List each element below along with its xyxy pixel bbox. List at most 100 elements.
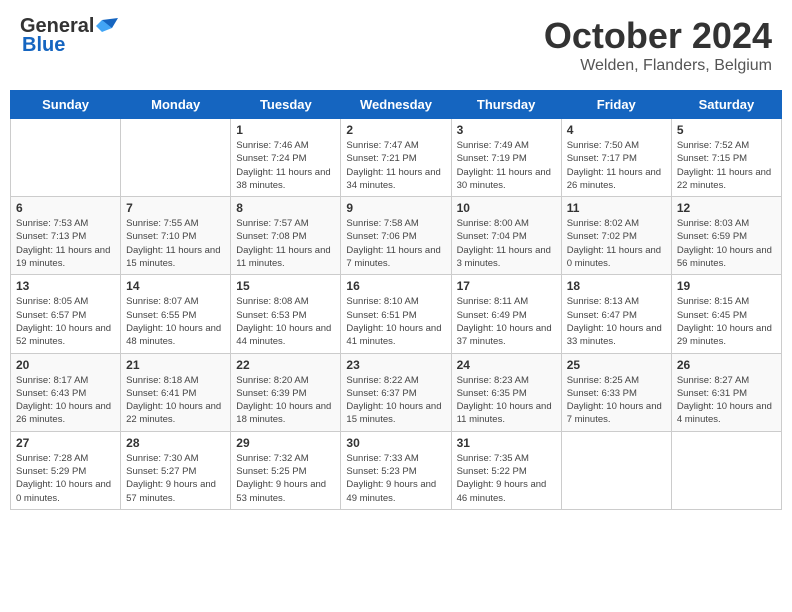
calendar-cell: 22Sunrise: 8:20 AM Sunset: 6:39 PM Dayli… — [231, 353, 341, 431]
day-number: 12 — [677, 201, 776, 215]
day-info: Sunrise: 8:07 AM Sunset: 6:55 PM Dayligh… — [126, 295, 225, 348]
day-number: 19 — [677, 279, 776, 293]
day-info: Sunrise: 7:49 AM Sunset: 7:19 PM Dayligh… — [457, 139, 556, 192]
day-info: Sunrise: 8:11 AM Sunset: 6:49 PM Dayligh… — [457, 295, 556, 348]
day-info: Sunrise: 8:02 AM Sunset: 7:02 PM Dayligh… — [567, 217, 666, 270]
page-header: General Blue October 2024 Welden, Flande… — [10, 10, 782, 80]
day-info: Sunrise: 7:57 AM Sunset: 7:08 PM Dayligh… — [236, 217, 335, 270]
day-info: Sunrise: 7:58 AM Sunset: 7:06 PM Dayligh… — [346, 217, 445, 270]
day-number: 18 — [567, 279, 666, 293]
calendar-cell — [671, 431, 781, 509]
logo-bird-icon — [96, 18, 118, 36]
calendar-cell: 5Sunrise: 7:52 AM Sunset: 7:15 PM Daylig… — [671, 119, 781, 197]
day-info: Sunrise: 7:30 AM Sunset: 5:27 PM Dayligh… — [126, 452, 225, 505]
calendar-body: 1Sunrise: 7:46 AM Sunset: 7:24 PM Daylig… — [11, 119, 782, 510]
calendar-cell: 2Sunrise: 7:47 AM Sunset: 7:21 PM Daylig… — [341, 119, 451, 197]
calendar-cell: 25 Sunrise: 8:25 AM Sunset: 6:33 PM Dayli… — [561, 353, 671, 431]
day-number: 7 — [126, 201, 225, 215]
week-row-4: 20 Sunrise: 8:17 AM Sunset: 6:43 PM Dayli… — [11, 353, 782, 431]
calendar-cell: 28 Sunrise: 7:30 AM Sunset: 5:27 PM Dayli… — [121, 431, 231, 509]
day-number: 6 — [16, 201, 115, 215]
weekday-header-saturday: Saturday — [671, 91, 781, 119]
calendar-cell: 9 Sunrise: 7:58 AM Sunset: 7:06 PM Daylig… — [341, 197, 451, 275]
day-number: 2 — [346, 123, 445, 137]
calendar-cell: 26 Sunrise: 8:27 AM Sunset: 6:31 PM Dayli… — [671, 353, 781, 431]
day-number: 22 — [236, 358, 335, 372]
day-number: 21 — [126, 358, 225, 372]
day-number: 27 — [16, 436, 115, 450]
calendar-cell: 31 Sunrise: 7:35 AM Sunset: 5:22 PM Dayli… — [451, 431, 561, 509]
weekday-header-monday: Monday — [121, 91, 231, 119]
calendar-cell: 6 Sunrise: 7:53 AM Sunset: 7:13 PM Daylig… — [11, 197, 121, 275]
week-row-1: 1Sunrise: 7:46 AM Sunset: 7:24 PM Daylig… — [11, 119, 782, 197]
calendar-cell: 21 Sunrise: 8:18 AM Sunset: 6:41 PM Dayli… — [121, 353, 231, 431]
day-number: 10 — [457, 201, 556, 215]
day-number: 29 — [236, 436, 335, 450]
calendar-cell — [561, 431, 671, 509]
weekday-header-wednesday: Wednesday — [341, 91, 451, 119]
day-info: Sunrise: 7:32 AM Sunset: 5:25 PM Dayligh… — [236, 452, 335, 505]
day-number: 11 — [567, 201, 666, 215]
calendar-cell: 23 Sunrise: 8:22 AM Sunset: 6:37 PM Dayli… — [341, 353, 451, 431]
calendar-cell: 4Sunrise: 7:50 AM Sunset: 7:17 PM Daylig… — [561, 119, 671, 197]
weekday-header-friday: Friday — [561, 91, 671, 119]
day-info: Sunrise: 7:55 AM Sunset: 7:10 PM Dayligh… — [126, 217, 225, 270]
day-info: Sunrise: 8:18 AM Sunset: 6:41 PM Dayligh… — [126, 374, 225, 427]
weekday-header-thursday: Thursday — [451, 91, 561, 119]
day-number: 25 — [567, 358, 666, 372]
calendar-cell: 11 Sunrise: 8:02 AM Sunset: 7:02 PM Dayli… — [561, 197, 671, 275]
calendar-title: October 2024 — [544, 15, 772, 57]
calendar-table: SundayMondayTuesdayWednesdayThursdayFrid… — [10, 90, 782, 510]
calendar-cell: 19 Sunrise: 8:15 AM Sunset: 6:45 PM Dayli… — [671, 275, 781, 353]
calendar-header: SundayMondayTuesdayWednesdayThursdayFrid… — [11, 91, 782, 119]
day-number: 31 — [457, 436, 556, 450]
calendar-cell: 8Sunrise: 7:57 AM Sunset: 7:08 PM Daylig… — [231, 197, 341, 275]
day-number: 20 — [16, 358, 115, 372]
day-number: 9 — [346, 201, 445, 215]
title-block: October 2024 Welden, Flanders, Belgium — [544, 15, 772, 75]
day-number: 1 — [236, 123, 335, 137]
day-number: 28 — [126, 436, 225, 450]
day-info: Sunrise: 8:22 AM Sunset: 6:37 PM Dayligh… — [346, 374, 445, 427]
day-info: Sunrise: 7:52 AM Sunset: 7:15 PM Dayligh… — [677, 139, 776, 192]
day-number: 30 — [346, 436, 445, 450]
day-number: 16 — [346, 279, 445, 293]
calendar-cell: 18 Sunrise: 8:13 AM Sunset: 6:47 PM Dayli… — [561, 275, 671, 353]
day-number: 26 — [677, 358, 776, 372]
day-info: Sunrise: 7:28 AM Sunset: 5:29 PM Dayligh… — [16, 452, 115, 505]
day-info: Sunrise: 8:13 AM Sunset: 6:47 PM Dayligh… — [567, 295, 666, 348]
calendar-cell: 16Sunrise: 8:10 AM Sunset: 6:51 PM Dayli… — [341, 275, 451, 353]
calendar-cell: 1Sunrise: 7:46 AM Sunset: 7:24 PM Daylig… — [231, 119, 341, 197]
day-info: Sunrise: 7:35 AM Sunset: 5:22 PM Dayligh… — [457, 452, 556, 505]
day-number: 4 — [567, 123, 666, 137]
calendar-cell: 15 Sunrise: 8:08 AM Sunset: 6:53 PM Dayli… — [231, 275, 341, 353]
day-info: Sunrise: 8:25 AM Sunset: 6:33 PM Dayligh… — [567, 374, 666, 427]
day-number: 23 — [346, 358, 445, 372]
calendar-cell: 27 Sunrise: 7:28 AM Sunset: 5:29 PM Dayli… — [11, 431, 121, 509]
day-info: Sunrise: 8:03 AM Sunset: 6:59 PM Dayligh… — [677, 217, 776, 270]
day-number: 17 — [457, 279, 556, 293]
day-info: Sunrise: 7:53 AM Sunset: 7:13 PM Dayligh… — [16, 217, 115, 270]
day-number: 3 — [457, 123, 556, 137]
week-row-3: 13Sunrise: 8:05 AM Sunset: 6:57 PM Dayli… — [11, 275, 782, 353]
weekday-header-row: SundayMondayTuesdayWednesdayThursdayFrid… — [11, 91, 782, 119]
week-row-2: 6 Sunrise: 7:53 AM Sunset: 7:13 PM Daylig… — [11, 197, 782, 275]
day-number: 15 — [236, 279, 335, 293]
day-info: Sunrise: 8:17 AM Sunset: 6:43 PM Dayligh… — [16, 374, 115, 427]
weekday-header-tuesday: Tuesday — [231, 91, 341, 119]
calendar-subtitle: Welden, Flanders, Belgium — [544, 57, 772, 75]
day-info: Sunrise: 8:15 AM Sunset: 6:45 PM Dayligh… — [677, 295, 776, 348]
day-number: 14 — [126, 279, 225, 293]
logo: General Blue — [20, 15, 118, 57]
day-info: Sunrise: 8:00 AM Sunset: 7:04 PM Dayligh… — [457, 217, 556, 270]
calendar-cell: 30Sunrise: 7:33 AM Sunset: 5:23 PM Dayli… — [341, 431, 451, 509]
day-info: Sunrise: 8:27 AM Sunset: 6:31 PM Dayligh… — [677, 374, 776, 427]
calendar-cell: 13Sunrise: 8:05 AM Sunset: 6:57 PM Dayli… — [11, 275, 121, 353]
weekday-header-sunday: Sunday — [11, 91, 121, 119]
calendar-cell — [11, 119, 121, 197]
calendar-cell — [121, 119, 231, 197]
day-number: 24 — [457, 358, 556, 372]
day-info: Sunrise: 8:08 AM Sunset: 6:53 PM Dayligh… — [236, 295, 335, 348]
day-info: Sunrise: 8:23 AM Sunset: 6:35 PM Dayligh… — [457, 374, 556, 427]
week-row-5: 27 Sunrise: 7:28 AM Sunset: 5:29 PM Dayli… — [11, 431, 782, 509]
